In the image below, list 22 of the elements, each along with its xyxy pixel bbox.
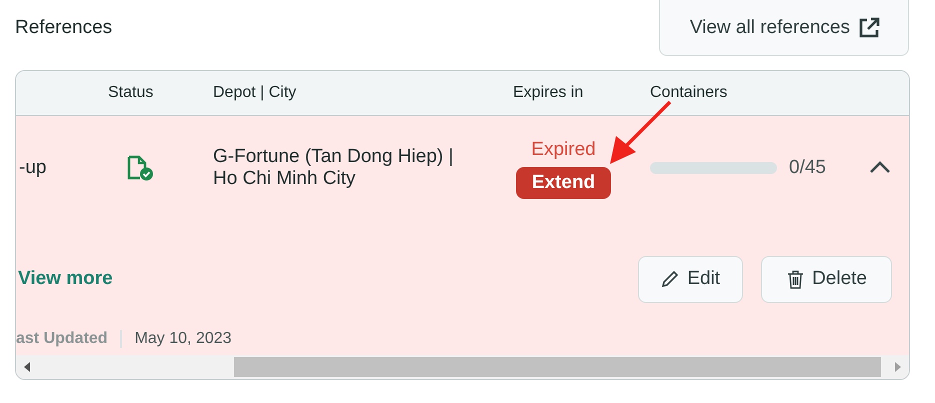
scroll-right-icon[interactable] (895, 362, 901, 372)
edit-button[interactable]: Edit (638, 256, 744, 302)
trash-icon (787, 270, 804, 288)
view-more-link[interactable]: View more (18, 268, 113, 290)
section-title: References (15, 17, 112, 39)
depot-city-text: G-Fortune (Tan Dong Hiep) | Ho Chi Minh City (213, 146, 454, 190)
column-header: Status (108, 84, 154, 101)
container-count: 0/45 (789, 156, 826, 178)
pencil-icon (661, 270, 680, 288)
extend-button[interactable]: Extend (516, 166, 612, 198)
external-link-icon (858, 16, 880, 38)
table-cell: -up (19, 156, 46, 178)
column-header: Expires in (513, 84, 584, 101)
column-header: Containers (650, 84, 728, 101)
last-updated-label: ast Updated (16, 330, 122, 348)
delete-button[interactable]: Delete (761, 256, 892, 302)
last-updated-date: May 10, 2023 (134, 330, 232, 348)
column-header: Depot | City (213, 84, 296, 101)
view-all-references-button[interactable]: View all references (658, 0, 909, 56)
expired-status: Expired (531, 138, 596, 160)
scroll-left-icon[interactable] (24, 362, 30, 372)
chevron-up-icon[interactable] (869, 161, 891, 174)
